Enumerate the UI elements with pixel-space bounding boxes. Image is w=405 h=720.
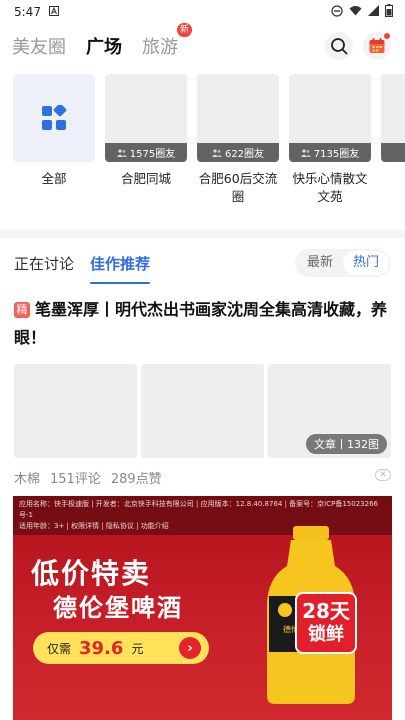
tab-lvyou-label: 旅游: [142, 37, 178, 58]
price-unit: 元: [131, 641, 144, 656]
do-not-disturb-icon: [331, 4, 343, 20]
notification-a-icon: [48, 5, 59, 19]
calendar-button[interactable]: [363, 32, 391, 60]
circle-thumb: [13, 74, 95, 162]
tab-discussing[interactable]: 正在讨论: [14, 253, 74, 274]
calendar-icon: [369, 38, 385, 53]
wifi-icon: [349, 5, 362, 19]
member-count: 1575圈友: [129, 149, 176, 160]
section-divider: [0, 230, 405, 238]
dismiss-icon[interactable]: ✕: [375, 469, 391, 481]
ad-banner[interactable]: 应用名称：快手极速版 | 开发者：北京快手科技有限公司 | 应用版本：12.8.…: [13, 496, 392, 720]
post-card[interactable]: 精笔墨浑厚丨明代杰出书画家沈周全集高清收藏，养眼！ 文章丨132图 木棉 151…: [0, 288, 405, 487]
image-count-badge: 文章丨132图: [306, 434, 387, 454]
post-author[interactable]: 木棉: [14, 468, 40, 487]
circle-label: 快乐心情散文文苑: [292, 171, 368, 204]
status-bar: 5:47: [0, 0, 405, 24]
price-prefix: 仅需: [47, 641, 72, 656]
post-image[interactable]: [14, 364, 137, 458]
post-comments: 151评论: [50, 472, 101, 487]
ad-headline: 低价特卖: [31, 557, 152, 590]
top-nav: 美友圈 广场 旅游 新: [0, 23, 405, 68]
post-title-text: 笔墨浑厚丨明代杰出书画家沈周全集高清收藏，养眼！: [14, 300, 388, 347]
people-icon: [116, 148, 127, 157]
member-count-bar: 1575圈友: [105, 143, 187, 162]
member-count-bar: 622圈友: [197, 143, 279, 162]
post-likes: 289点赞: [110, 472, 162, 487]
feed-tabs: 正在讨论 佳作推荐 最新 热门: [0, 238, 405, 288]
freshness-badge: 28天 锁鲜: [295, 592, 357, 654]
signal-icon: [368, 5, 379, 19]
post-image[interactable]: [141, 364, 264, 458]
tab-guangchang[interactable]: 广场: [86, 33, 122, 59]
notification-dot: [384, 33, 390, 39]
tab-meiyouquan[interactable]: 美友圈: [12, 33, 66, 59]
circle-thumb: 622圈友: [197, 74, 279, 162]
status-time: 5:47: [14, 5, 41, 19]
new-badge: 新: [176, 23, 192, 37]
people-icon: [211, 148, 222, 157]
tab-lvyou[interactable]: 旅游 新: [142, 23, 192, 59]
circle-label: 全部: [41, 171, 67, 186]
member-count-bar: 7135圈友: [289, 143, 371, 162]
price-value: 39.6: [79, 637, 124, 659]
sort-hot[interactable]: 热门: [342, 251, 389, 275]
circle-label: 合肥同城: [120, 171, 171, 186]
circle-thumb: 1575圈友: [105, 74, 187, 162]
circle-label: 文字: [381, 170, 405, 188]
post-title[interactable]: 精笔墨浑厚丨明代杰出书画家沈周全集高清收藏，养眼！: [14, 296, 391, 352]
freshness-text: 锁鲜: [308, 624, 344, 645]
arrow-right-icon: ›: [179, 637, 201, 659]
grid-apps-icon: [42, 105, 67, 130]
ad-info-line1: 应用名称：快手极速版 | 开发者：北京快手科技有限公司 | 应用版本：12.8.…: [19, 500, 378, 519]
circle-label: 合肥60后交流圈: [198, 171, 278, 204]
circle-item[interactable]: 1575圈友 合肥同城: [105, 74, 187, 218]
freshness-days: 28天: [302, 599, 350, 623]
member-count-bar: [381, 143, 405, 162]
circle-item[interactable]: 622圈友 合肥60后交流圈: [197, 74, 279, 218]
member-count: 7135圈友: [313, 149, 360, 160]
sort-toggle: 最新 热门: [294, 249, 391, 277]
circle-row: 全部 1575圈友 合肥同城 622圈友 合肥60后交流圈 7135圈友 快乐心…: [0, 68, 405, 218]
post-images: 文章丨132图: [14, 364, 391, 458]
member-count: 622圈友: [224, 149, 265, 160]
circle-thumb: [381, 74, 405, 162]
people-icon: [300, 148, 311, 157]
circle-item-all[interactable]: 全部: [13, 74, 95, 218]
sort-latest[interactable]: 最新: [297, 251, 343, 275]
post-image[interactable]: 文章丨132图: [268, 364, 391, 458]
battery-icon: [385, 4, 393, 20]
circle-item[interactable]: 7135圈友 快乐心情散文文苑: [289, 74, 371, 218]
search-icon: [331, 38, 348, 55]
search-button[interactable]: [325, 32, 353, 60]
circle-item[interactable]: 文字: [381, 74, 405, 218]
post-meta: 木棉 151评论 289点赞 ✕: [14, 468, 391, 487]
ad-subheadline: 德伦堡啤酒: [53, 594, 183, 622]
featured-badge: 精: [14, 302, 30, 318]
circle-thumb: 7135圈友: [289, 74, 371, 162]
ad-price-button[interactable]: 仅需 39.6 元 ›: [33, 632, 209, 664]
tab-recommended[interactable]: 佳作推荐: [90, 253, 151, 284]
